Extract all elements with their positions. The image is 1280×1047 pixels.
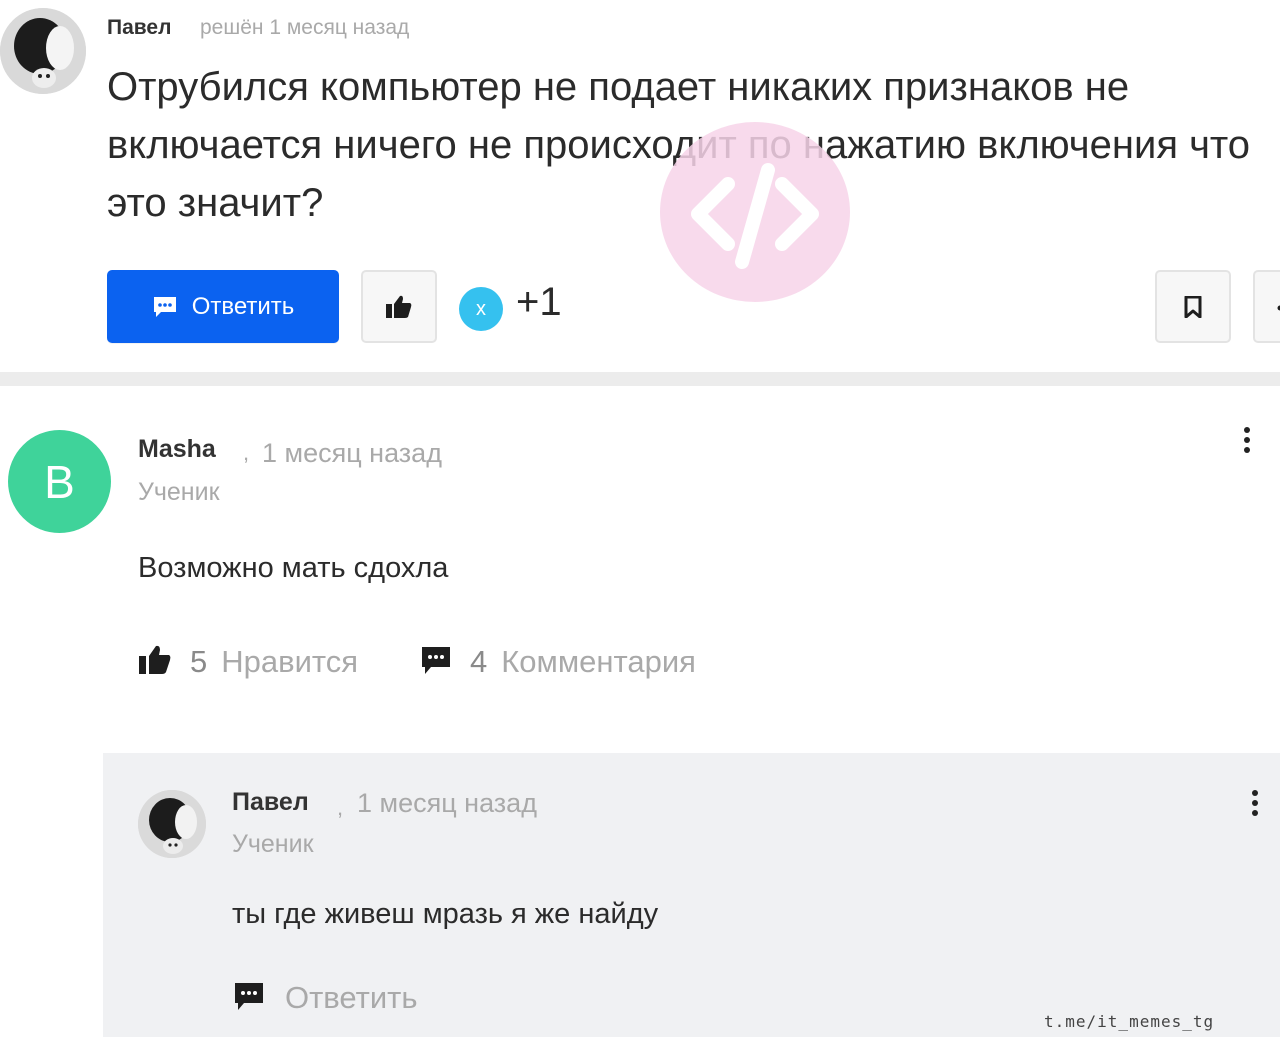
answer-like-count: 5 bbox=[190, 644, 208, 679]
answer-timestamp: 1 месяц назад bbox=[262, 438, 442, 468]
answer-button-label: Ответить bbox=[191, 292, 295, 320]
bookmark-button[interactable] bbox=[1155, 270, 1231, 343]
answer-text: Возможно мать сдохла bbox=[138, 552, 449, 584]
thumbs-up-icon[interactable] bbox=[138, 644, 172, 676]
comment-icon bbox=[153, 296, 176, 317]
more-vertical-icon[interactable] bbox=[1246, 788, 1264, 820]
comment-icon[interactable] bbox=[420, 646, 452, 676]
answer-like-button[interactable]: 5 Нравится bbox=[190, 644, 358, 680]
reply-text: ты где живеш мразь я же найду bbox=[232, 898, 659, 930]
more-actions-button[interactable] bbox=[1253, 270, 1280, 343]
answer-comments-button[interactable]: 4 Комментария bbox=[470, 644, 696, 680]
question-author-name[interactable]: Павел bbox=[107, 16, 171, 40]
question-status-meta: решён 1 месяц назад bbox=[200, 16, 410, 39]
answer-comments-label: Комментария bbox=[501, 644, 696, 679]
answer-author-avatar[interactable]: B bbox=[8, 430, 111, 533]
answer-author-role: Ученик bbox=[138, 478, 220, 506]
answer-author-name[interactable]: Masha bbox=[138, 435, 216, 464]
bookmark-icon bbox=[1184, 295, 1202, 318]
reply-author-name[interactable]: Павел bbox=[232, 788, 309, 817]
more-vertical-icon[interactable] bbox=[1238, 425, 1256, 457]
reply-timestamp: 1 месяц назад bbox=[357, 788, 537, 818]
comment-icon[interactable] bbox=[233, 982, 265, 1012]
like-question-button[interactable] bbox=[361, 270, 437, 343]
answer-button[interactable]: Ответить bbox=[107, 270, 339, 343]
answer-meta-separator: , bbox=[243, 440, 250, 465]
plus-one-count: +1 bbox=[516, 280, 562, 324]
reply-author-role: Ученик bbox=[232, 830, 314, 858]
question-author-avatar[interactable] bbox=[0, 8, 86, 94]
section-divider bbox=[0, 372, 1280, 386]
answer-comments-count: 4 bbox=[470, 644, 488, 679]
thumbs-up-icon bbox=[386, 295, 412, 318]
reply-meta-separator: , bbox=[337, 795, 344, 820]
reply-button[interactable]: Ответить bbox=[285, 980, 418, 1016]
reply-author-avatar[interactable] bbox=[138, 790, 206, 858]
more-icon bbox=[1277, 305, 1280, 311]
code-icon bbox=[691, 163, 819, 269]
watermark-credit: t.me/it_memes_tg bbox=[1044, 1012, 1215, 1031]
plus-one-badge: x bbox=[459, 287, 503, 331]
answer-like-label: Нравится bbox=[221, 644, 359, 679]
